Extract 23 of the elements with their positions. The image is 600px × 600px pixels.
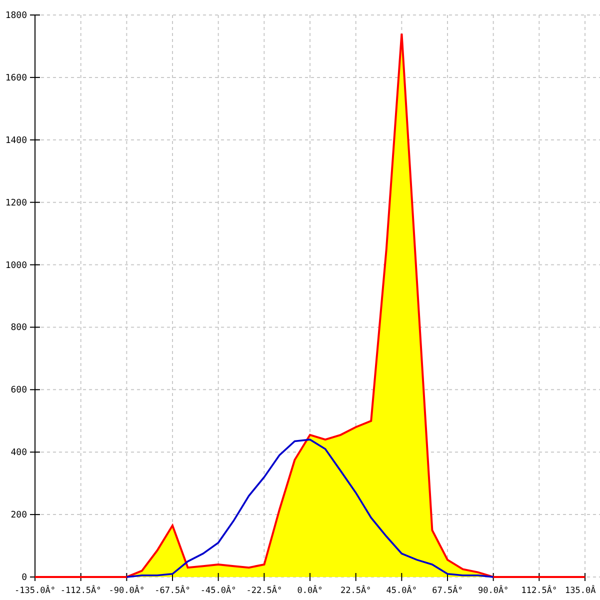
x-tick-label: 112.5Â° xyxy=(521,586,558,596)
x-tick-label: -22.5Â° xyxy=(246,586,282,596)
x-tick-label: -67.5Â° xyxy=(154,586,190,596)
y-tick-label: 0 xyxy=(22,573,27,583)
x-tick-label: 0.0Â° xyxy=(297,586,323,596)
y-tick-label: 1400 xyxy=(5,136,27,146)
y-tick-label: 1200 xyxy=(5,198,27,208)
y-tick-label: 400 xyxy=(10,448,27,458)
y-tick-label: 1000 xyxy=(5,260,27,271)
x-tick-label: 90.0Â° xyxy=(478,586,509,596)
x-tick-label: 135.0Â xyxy=(565,586,596,596)
x-tick-label: 45.0Â° xyxy=(386,586,418,596)
x-tick-label: -90.0Â° xyxy=(108,586,145,596)
x-tick-label: -112.5Â° xyxy=(60,586,102,596)
y-tick-label: 1600 xyxy=(5,73,27,84)
x-tick-label: -45.0Â° xyxy=(200,586,236,596)
x-tick-label: 22.5Â° xyxy=(340,586,372,596)
y-tick-label: 800 xyxy=(10,323,27,334)
y-tick-label: 200 xyxy=(10,510,27,521)
y-tick-label: 1800 xyxy=(5,11,27,21)
y-tick-label: 600 xyxy=(10,386,27,396)
x-tick-label: -135.0Â° xyxy=(14,586,56,596)
x-tick-label: 67.5Â° xyxy=(432,586,463,596)
